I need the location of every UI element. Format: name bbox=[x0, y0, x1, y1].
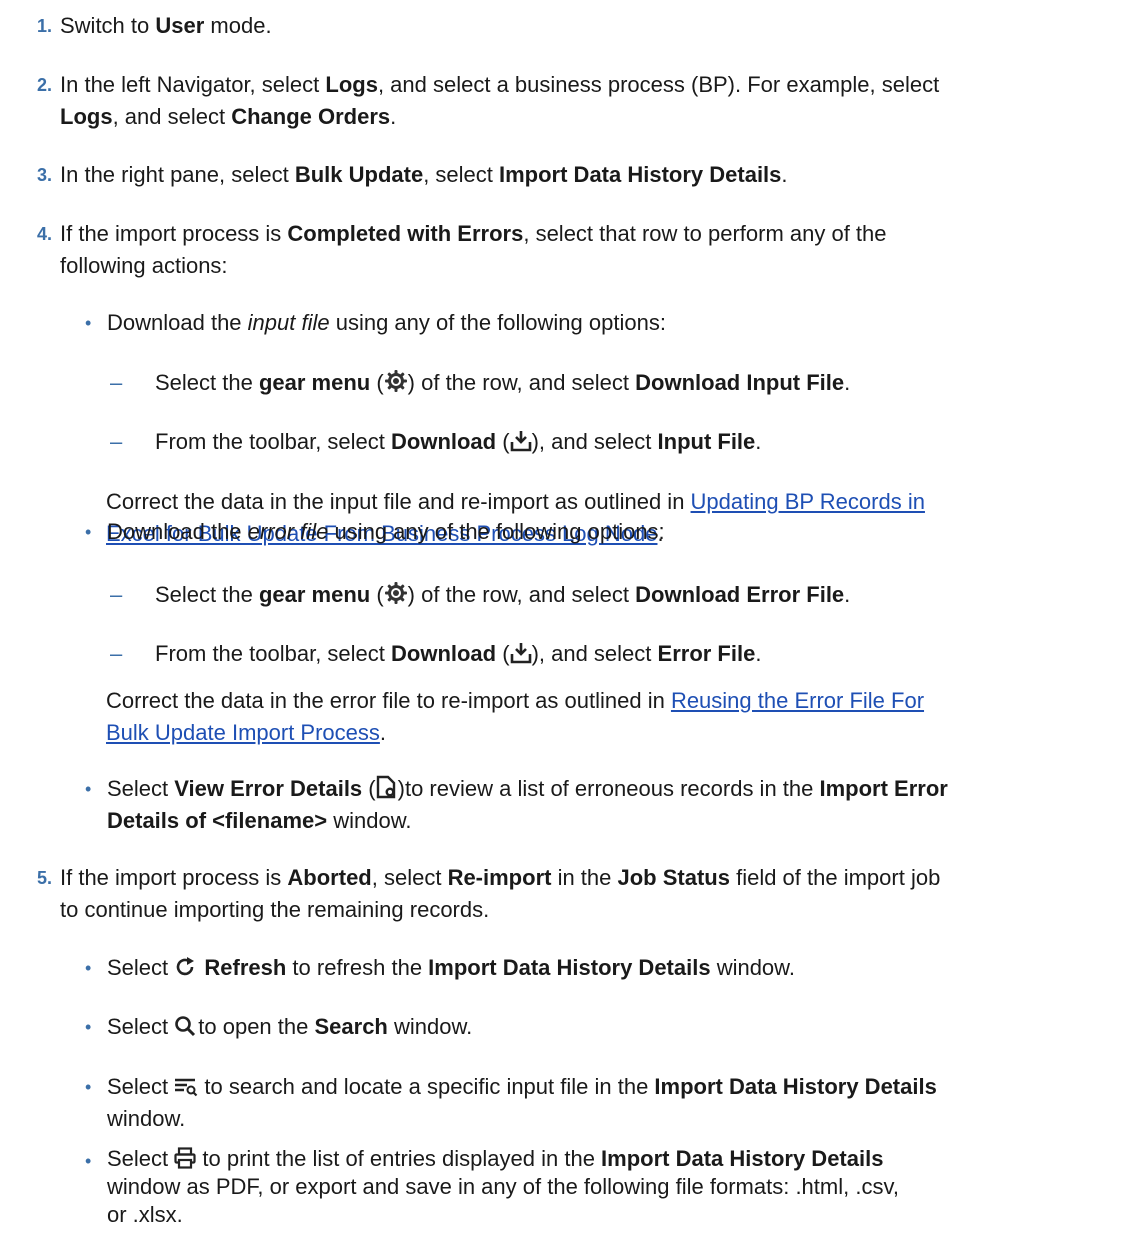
dash-marker: – bbox=[110, 370, 123, 395]
bullet-marker: • bbox=[85, 779, 92, 799]
bullet-marker: • bbox=[85, 958, 92, 978]
view-error-details-icon bbox=[376, 775, 398, 799]
step-number: 3. bbox=[37, 165, 53, 185]
dash-marker: – bbox=[110, 429, 123, 454]
bullet-text: Select to open the Search window. bbox=[107, 1014, 473, 1039]
step-number: 5. bbox=[37, 868, 53, 888]
bullet-text: Download the input file using any of the… bbox=[107, 310, 666, 335]
bullet-text: Download the error file using any of the… bbox=[107, 519, 665, 544]
gear-icon bbox=[384, 369, 408, 393]
dash-marker: – bbox=[110, 641, 123, 666]
step-number: 4. bbox=[37, 224, 53, 244]
option-text: From the toolbar, select Download (), an… bbox=[155, 429, 762, 454]
step-text: If the import process is Completed with … bbox=[60, 221, 887, 278]
step-text: If the import process is Aborted, select… bbox=[60, 865, 941, 922]
download-icon bbox=[510, 430, 532, 452]
bullet-marker: • bbox=[85, 1017, 92, 1037]
refresh-icon bbox=[174, 956, 198, 978]
filter-search-icon bbox=[174, 1077, 198, 1097]
link-reusing-error-file-cont[interactable]: Bulk Update Import Process bbox=[106, 720, 380, 745]
bullet-text: Select Refresh to refresh the Import Dat… bbox=[107, 955, 795, 980]
bullet-marker: • bbox=[85, 522, 92, 542]
link-updating-bp-records[interactable]: Updating BP Records in bbox=[691, 489, 925, 514]
step-number: 1. bbox=[37, 16, 53, 36]
bullet-marker: • bbox=[85, 313, 92, 333]
step-text: In the right pane, select Bulk Update, s… bbox=[60, 162, 788, 187]
step-text: Switch to User mode. bbox=[60, 13, 272, 38]
search-icon bbox=[174, 1015, 198, 1037]
option-text: Select the gear menu () of the row, and … bbox=[155, 369, 851, 395]
option-text: Select the gear menu () of the row, and … bbox=[155, 581, 851, 607]
error-file-note: Correct the data in the error file to re… bbox=[106, 688, 925, 745]
dash-marker: – bbox=[110, 582, 123, 607]
bullet-text: Select to print the list of entries disp… bbox=[107, 1146, 899, 1227]
bullet-text: Select to search and locate a specific i… bbox=[107, 1074, 937, 1131]
print-icon bbox=[174, 1147, 196, 1169]
gear-icon bbox=[384, 581, 408, 605]
step-text: In the left Navigator, select Logs, and … bbox=[60, 72, 940, 129]
step-number: 2. bbox=[37, 75, 53, 95]
instructions-document: 1. Switch to User mode. 2. In the left N… bbox=[0, 0, 1142, 1233]
link-reusing-error-file[interactable]: Reusing the Error File For bbox=[671, 688, 924, 713]
bullet-text: Select View Error Details ()to review a … bbox=[107, 775, 948, 833]
bullet-marker: • bbox=[85, 1151, 92, 1171]
download-icon bbox=[510, 642, 532, 664]
bullet-marker: • bbox=[85, 1077, 92, 1097]
option-text: From the toolbar, select Download (), an… bbox=[155, 641, 762, 666]
